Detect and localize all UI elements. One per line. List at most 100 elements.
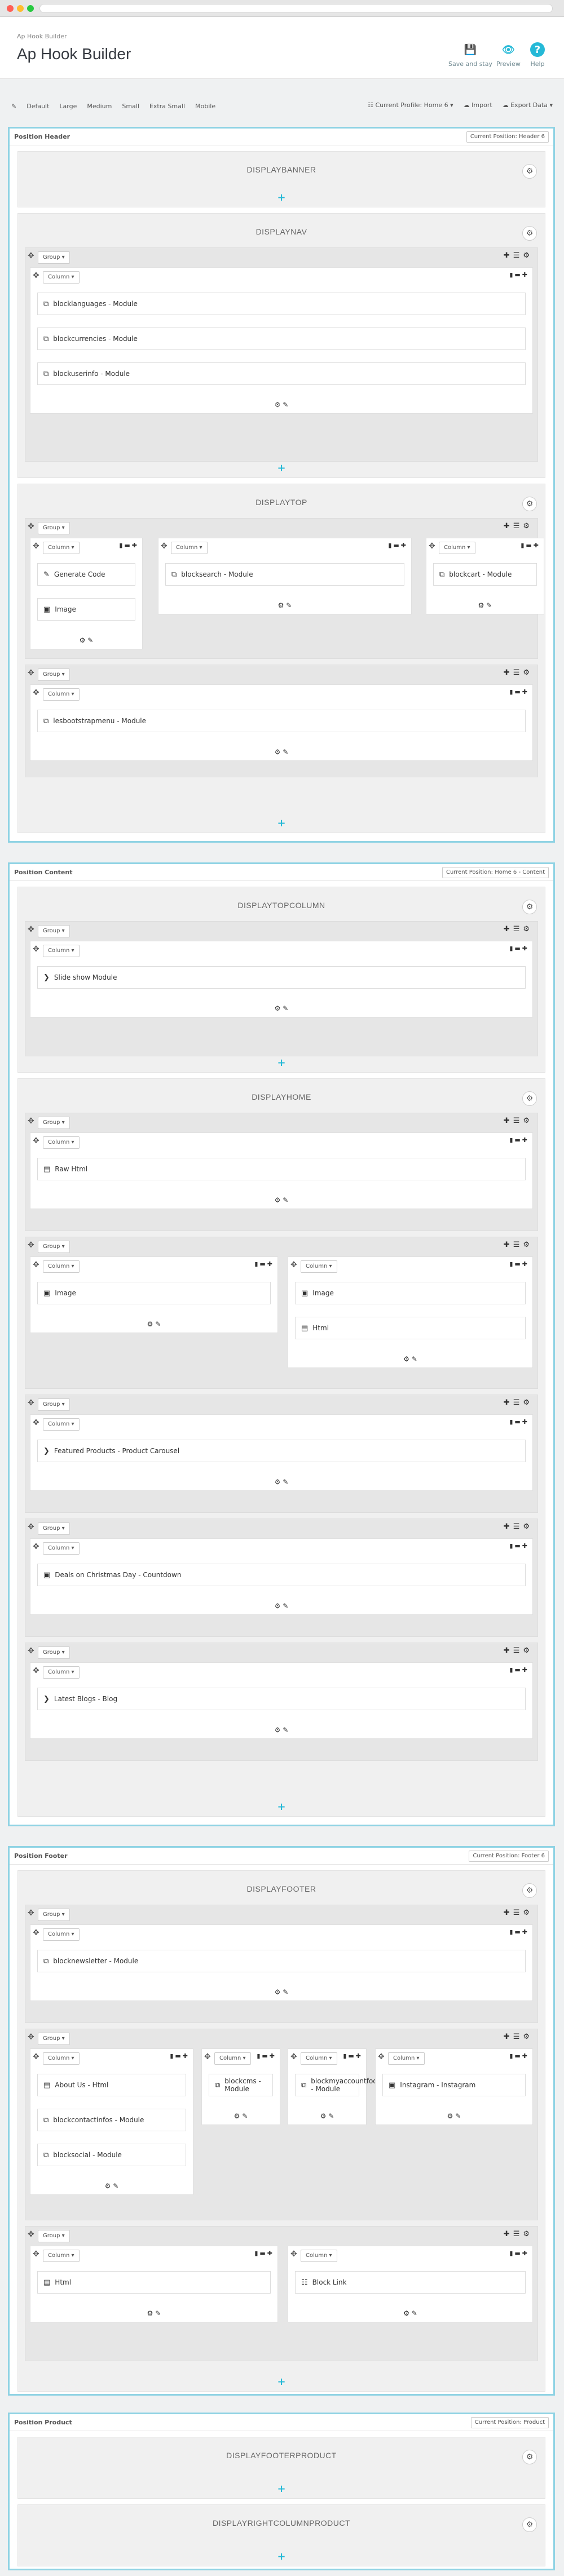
module-item[interactable]: ⧉ blocknewsletter - Module <box>37 1950 526 1972</box>
column-settings-gear-icon[interactable]: ⚙ <box>275 1478 281 1486</box>
column-controls[interactable]: ▮▬✚ <box>343 2052 363 2060</box>
column-controls[interactable]: ▮▬✚ <box>509 688 529 696</box>
device-large[interactable]: Large <box>59 103 77 110</box>
column-dropdown[interactable]: Column ▾ <box>301 1260 337 1273</box>
group-dropdown[interactable]: Group ▾ <box>38 1646 70 1659</box>
column-controls[interactable]: ▮▬✚ <box>257 2052 276 2060</box>
column-controls[interactable]: ▮▬✚ <box>254 1260 274 1268</box>
preview-button[interactable]: 👁 Preview <box>496 42 521 68</box>
column-settings-gear-icon[interactable]: ⚙ <box>275 1602 281 1610</box>
column-dropdown[interactable]: Column ▾ <box>171 542 208 554</box>
group-controls[interactable]: ✚☰⚙ <box>504 1398 533 1407</box>
column-actions[interactable]: ⚙ ✎ <box>426 601 544 609</box>
hook-settings-gear-icon[interactable]: ⚙ <box>522 164 537 179</box>
group-dropdown[interactable]: Group ▾ <box>38 1522 70 1535</box>
column-actions[interactable]: ⚙ ✎ <box>30 1320 277 1328</box>
group-dropdown[interactable]: Group ▾ <box>38 925 70 937</box>
group-dropdown[interactable]: Group ▾ <box>38 2033 70 2045</box>
column-dropdown[interactable]: Column ▾ <box>43 1260 80 1273</box>
move-icon[interactable]: ✥ <box>28 2033 34 2042</box>
breadcrumb[interactable]: Ap Hook Builder <box>17 33 67 40</box>
group-controls[interactable]: ✚☰⚙ <box>504 925 533 933</box>
group-controls[interactable]: ✚☰⚙ <box>504 2230 533 2238</box>
move-icon[interactable]: ✥ <box>28 1909 34 1918</box>
edit-icon[interactable]: ✎ <box>283 748 288 756</box>
column-actions[interactable]: ⚙ ✎ <box>30 1602 532 1610</box>
device-medium[interactable]: Medium <box>87 103 112 110</box>
group-dropdown[interactable]: Group ▾ <box>38 251 70 264</box>
group-controls[interactable]: ✚☰⚙ <box>504 669 533 677</box>
edit-icon[interactable]: ✎ <box>155 1320 161 1328</box>
profile-dropdown[interactable]: ☷ Current Profile: Home 6 ▾ <box>368 101 453 109</box>
column-controls[interactable]: ▮▬✚ <box>388 542 408 549</box>
column-controls[interactable]: ▮▬✚ <box>509 271 529 278</box>
column-actions[interactable]: ⚙ ✎ <box>30 1726 532 1734</box>
column-actions[interactable]: ⚙ ✎ <box>30 2182 193 2190</box>
move-icon[interactable]: ✥ <box>28 2230 34 2239</box>
column-controls[interactable]: ▮▬✚ <box>509 2052 529 2060</box>
module-item[interactable]: ⧉ blockmyaccountfooter - Module <box>295 2074 387 2096</box>
column-actions[interactable]: ⚙ ✎ <box>30 748 532 756</box>
column-dropdown[interactable]: Column ▾ <box>43 1666 80 1679</box>
position-dropdown[interactable]: Current Position: Footer 6 <box>469 1851 549 1862</box>
add-group-plus-icon[interactable]: + <box>277 2484 286 2494</box>
module-item[interactable]: ❯ Slide show Module <box>37 966 526 989</box>
hook-settings-gear-icon[interactable]: ⚙ <box>522 497 537 511</box>
module-item[interactable]: ✎ Generate Code <box>37 563 135 586</box>
column-dropdown[interactable]: Column ▾ <box>301 2052 337 2065</box>
device-small[interactable]: Small <box>122 103 139 110</box>
move-icon[interactable]: ✥ <box>28 1522 34 1532</box>
column-controls[interactable]: ▮▬✚ <box>254 2250 274 2257</box>
move-icon[interactable]: ✥ <box>33 542 39 551</box>
move-icon[interactable]: ✥ <box>33 688 39 697</box>
column-dropdown[interactable]: Column ▾ <box>43 945 80 957</box>
device-extra-small[interactable]: Extra Small <box>149 103 185 110</box>
column-actions[interactable]: ⚙ ✎ <box>30 2309 277 2317</box>
column-actions[interactable]: ⚙ ✎ <box>376 2112 532 2120</box>
module-item[interactable]: ⧉ lesbootstrapmenu - Module <box>37 710 526 732</box>
edit-icon[interactable]: ✎ <box>412 1355 417 1363</box>
move-icon[interactable]: ✥ <box>161 542 168 551</box>
save-and-stay-button[interactable]: 💾 Save and stay <box>448 42 492 68</box>
column-settings-gear-icon[interactable]: ⚙ <box>275 748 281 756</box>
group-controls[interactable]: ✚☰⚙ <box>504 1522 533 1531</box>
column-settings-gear-icon[interactable]: ⚙ <box>80 636 86 644</box>
group-controls[interactable]: ✚☰⚙ <box>504 2033 533 2041</box>
module-item[interactable]: ❯ Featured Products - Product Carousel <box>37 1440 526 1462</box>
group-dropdown[interactable]: Group ▾ <box>38 669 70 681</box>
move-icon[interactable]: ✥ <box>33 945 39 954</box>
module-item[interactable]: ▣ Image <box>37 598 135 621</box>
close-window-dot[interactable] <box>7 5 14 12</box>
column-settings-gear-icon[interactable]: ⚙ <box>478 601 484 609</box>
group-controls[interactable]: ✚☰⚙ <box>504 1117 533 1125</box>
add-group-plus-icon[interactable]: + <box>277 193 286 203</box>
move-icon[interactable]: ✥ <box>33 1928 39 1937</box>
hook-settings-gear-icon[interactable]: ⚙ <box>522 1883 537 1898</box>
hook-settings-gear-icon[interactable]: ⚙ <box>522 1091 537 1106</box>
edit-icon[interactable]: ✎ <box>283 1602 288 1610</box>
column-settings-gear-icon[interactable]: ⚙ <box>105 2182 111 2190</box>
add-group-plus-icon[interactable]: + <box>277 2377 286 2387</box>
column-actions[interactable]: ⚙ ✎ <box>30 1004 532 1012</box>
column-dropdown[interactable]: Column ▾ <box>388 2052 425 2065</box>
column-settings-gear-icon[interactable]: ⚙ <box>275 1196 281 1204</box>
add-group-plus-icon[interactable]: + <box>277 2552 286 2562</box>
move-icon[interactable]: ✥ <box>33 1136 39 1145</box>
move-icon[interactable]: ✥ <box>28 1241 34 1250</box>
column-controls[interactable]: ▮▬✚ <box>509 2250 529 2257</box>
group-dropdown[interactable]: Group ▾ <box>38 1117 70 1129</box>
column-controls[interactable]: ▮▬✚ <box>509 1260 529 1268</box>
wrench-icon[interactable]: ✎ <box>11 103 16 110</box>
move-icon[interactable]: ✥ <box>33 1418 39 1427</box>
edit-icon[interactable]: ✎ <box>155 2309 161 2317</box>
position-dropdown[interactable]: Current Position: Header 6 <box>466 131 549 143</box>
device-default[interactable]: Default <box>27 103 49 110</box>
move-icon[interactable]: ✥ <box>33 1666 39 1675</box>
module-item[interactable]: ⧉ blocklanguages - Module <box>37 293 526 315</box>
column-dropdown[interactable]: Column ▾ <box>43 542 80 554</box>
module-item[interactable]: ▤ About Us - Html <box>37 2074 186 2096</box>
module-item[interactable]: ☷ Block Link <box>295 2271 526 2294</box>
column-settings-gear-icon[interactable]: ⚙ <box>275 1004 281 1012</box>
group-controls[interactable]: ✚☰⚙ <box>504 522 533 530</box>
module-item[interactable]: ▣ Deals on Christmas Day - Countdown <box>37 1564 526 1586</box>
